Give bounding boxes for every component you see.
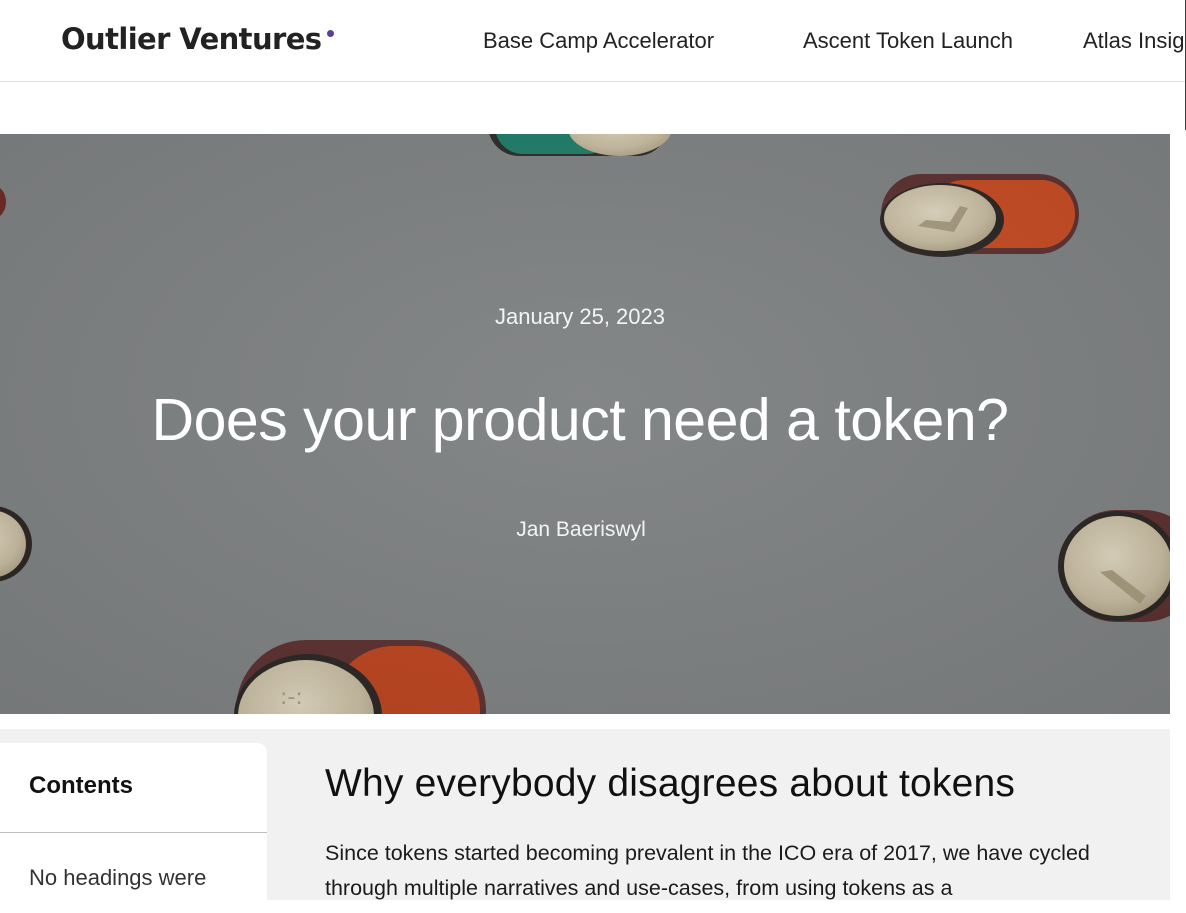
nav-base-camp-accelerator[interactable]: Base Camp Accelerator	[483, 28, 714, 54]
nav-ascent-token-launch[interactable]: Ascent Token Launch	[803, 28, 1013, 54]
article-paragraph: Since tokens started becoming prevalent …	[325, 841, 1090, 900]
toc-title: Contents	[29, 772, 133, 799]
article-section-heading: Why everybody disagrees about tokens	[325, 762, 1016, 805]
toc-empty-message: No headings were	[29, 865, 207, 890]
nav-atlas-insights[interactable]: Atlas Insig	[1083, 28, 1185, 54]
nav-overflow-clip: Atlas Insig	[1083, 0, 1186, 82]
toc-divider	[0, 832, 267, 833]
post-title: Does your product need a token?	[151, 387, 1009, 453]
logo-dot-icon	[327, 30, 334, 37]
post-date: January 25, 2023	[494, 304, 666, 329]
hero-banner: :-: January 25, 2023 Does your product n…	[0, 134, 1170, 714]
site-header: Outlier Ventures Base Camp Accelerator A…	[0, 0, 1186, 82]
post-author[interactable]: Jan Baeriswyl	[0, 518, 1162, 542]
outlier-ventures-logo[interactable]: Outlier Ventures	[61, 22, 322, 56]
table-of-contents: Contents No headings were	[0, 743, 267, 913]
